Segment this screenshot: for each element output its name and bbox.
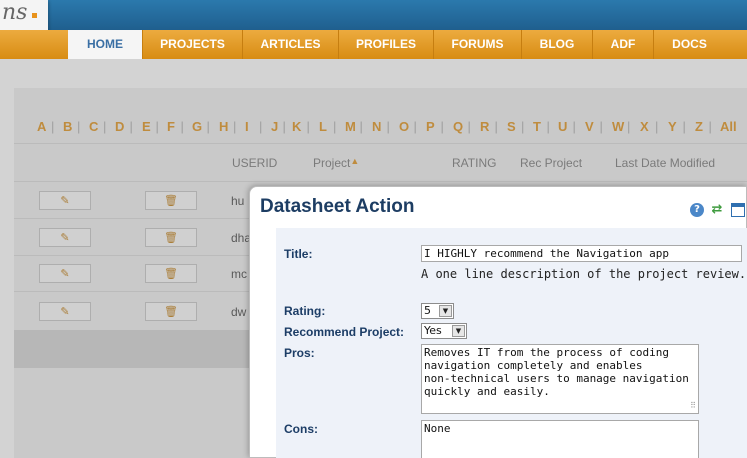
nav-blog[interactable]: BLOG (521, 30, 592, 59)
help-icon[interactable]: ? (690, 203, 704, 217)
pros-line: quickly and easily. (424, 385, 550, 398)
title-label: Title: (284, 247, 313, 261)
nav-articles[interactable]: ARTICLES (242, 30, 338, 59)
cons-textarea[interactable]: None (421, 420, 699, 458)
chevron-down-icon: ▼ (439, 305, 452, 317)
logo-text: ns (2, 0, 28, 25)
chevron-down-icon: ▼ (452, 325, 465, 337)
pros-label: Pros: (284, 346, 315, 360)
recommend-value: Yes (424, 324, 442, 337)
title-field[interactable]: I HIGHLY recommend the Navigation app (421, 245, 742, 262)
datasheet-action-dialog: Datasheet Action ? ⇄ Title: I HIGHLY rec… (249, 186, 747, 458)
pros-line: navigation completely and enables (424, 359, 643, 372)
rating-value: 5 (424, 304, 431, 317)
refresh-icon[interactable]: ⇄ (710, 203, 724, 217)
nav-forums[interactable]: FORUMS (433, 30, 521, 59)
nav-home[interactable]: HOME (68, 30, 142, 59)
recommend-select[interactable]: Yes ▼ (421, 323, 467, 339)
pros-textarea[interactable]: Removes IT from the process of coding na… (421, 344, 699, 414)
pros-line: Removes IT from the process of coding (424, 346, 670, 359)
rating-label: Rating: (284, 304, 326, 318)
nav-profiles[interactable]: PROFILES (338, 30, 433, 59)
top-banner (0, 0, 747, 30)
recommend-label: Recommend Project: (284, 325, 405, 339)
resize-grip-icon[interactable]: ⠿ (690, 399, 696, 412)
logo-dot (32, 13, 37, 18)
form-panel: Title: I HIGHLY recommend the Navigation… (276, 228, 747, 458)
title-description: A one line description of the project re… (421, 267, 747, 281)
dialog-title: Datasheet Action (260, 196, 415, 217)
maximize-icon[interactable] (731, 203, 745, 217)
nav-projects[interactable]: PROJECTS (142, 30, 242, 59)
pros-line: non-technical users to manage navigation (424, 372, 689, 385)
cons-label: Cons: (284, 422, 318, 436)
nav-docs[interactable]: DOCS (653, 30, 725, 59)
nav-adf[interactable]: ADF (592, 30, 653, 59)
rating-select[interactable]: 5 ▼ (421, 303, 454, 319)
